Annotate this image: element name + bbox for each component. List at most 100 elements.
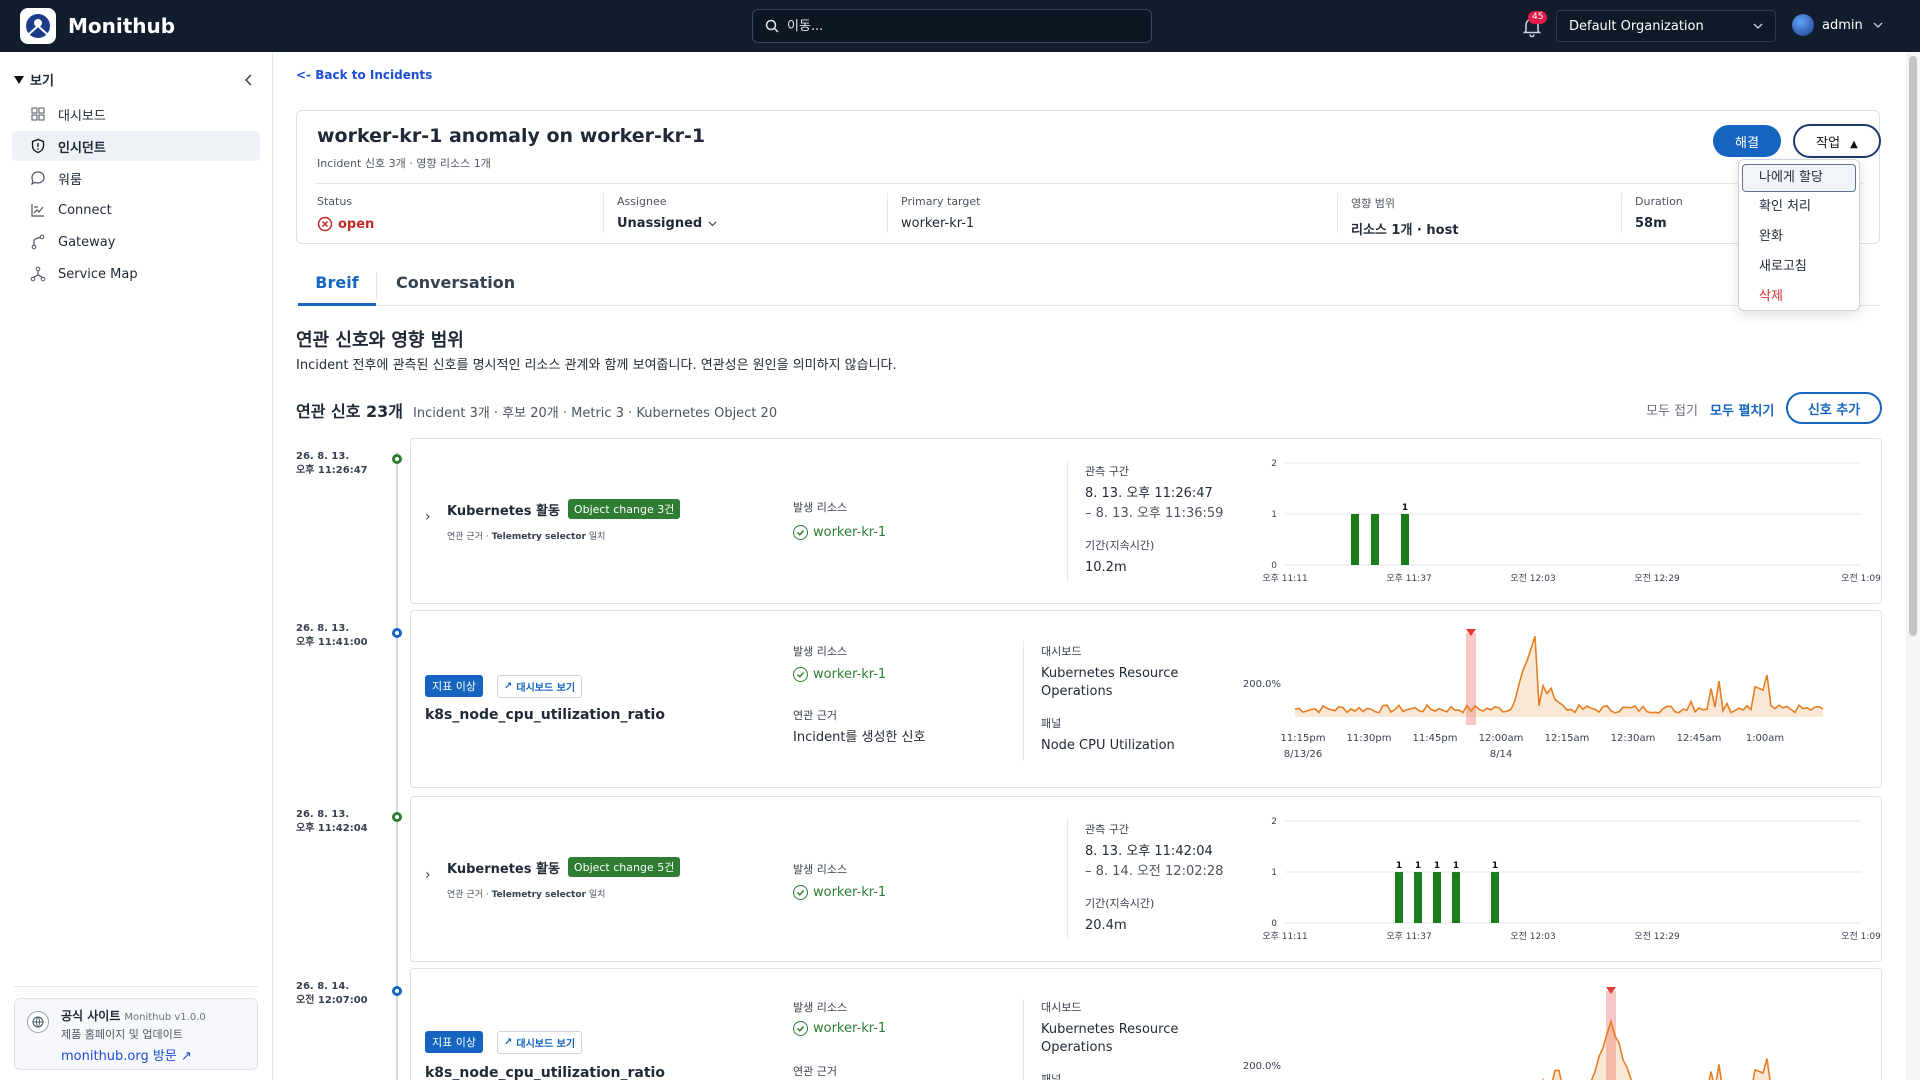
series-line	[1542, 1018, 1771, 1080]
panel-label: 패널	[1041, 1073, 1062, 1080]
timeline-dot	[392, 812, 402, 822]
section-title: 연관 신호와 영향 범위	[296, 330, 464, 351]
dashboard-value: Kubernetes Resource Operations	[1041, 1022, 1179, 1055]
meta-separator	[1621, 193, 1622, 233]
metric-anomaly-badge: 지표 이상	[425, 1031, 483, 1053]
incident-subtitle: Incident 신호 3개 · 영향 리소스 1개	[317, 157, 491, 170]
view-dashboard-button[interactable]: ↗ 대시보드 보기	[497, 1031, 583, 1054]
y-tick-label: 1	[1271, 510, 1277, 520]
scrollbar-thumb[interactable]	[1909, 56, 1917, 636]
menu-item-refresh[interactable]: 새로고침	[1739, 252, 1859, 282]
sidebar-section-title: 보기	[30, 74, 54, 89]
meta-separator	[1337, 193, 1338, 233]
meta-label: Status	[317, 195, 353, 208]
app-version: Monithub v1.0.0	[124, 1012, 206, 1023]
official-site-link[interactable]: monithub.org 방문 ↗	[61, 1045, 247, 1064]
sidebar-item-label: Connect	[58, 202, 112, 218]
avatar	[1792, 14, 1814, 36]
expand-all-button[interactable]: 모두 펼치기	[1710, 400, 1774, 419]
tab-conversation[interactable]: Conversation	[396, 266, 515, 306]
sidebar-item-dashboard[interactable]: 대시보드	[12, 99, 260, 129]
x-tick-label: 오후 11:11	[1262, 573, 1307, 584]
y-tick-label: 2	[1271, 459, 1277, 469]
panel-label: 패널	[1041, 717, 1062, 730]
scrollbar-track[interactable]	[1906, 52, 1920, 1080]
y-tick-label: 0	[1271, 561, 1277, 571]
tab-brief[interactable]: Breif	[298, 266, 376, 306]
collapse-all-button[interactable]: 모두 접기	[1646, 400, 1698, 419]
chevron-right-icon[interactable]: ›	[425, 509, 431, 525]
timeline-card-kubernetes: › Kubernetes 활동 Object change 3건 연관 근거 · …	[410, 438, 1882, 604]
menu-item-assign-to-me[interactable]: 나에게 할당	[1742, 164, 1856, 192]
header-divider	[315, 183, 1863, 184]
cpu-utilization-line-chart: 200.0% 11:15pm 8/13/26 11:30pm 11:45pm 12:00a…	[1243, 629, 1824, 760]
x-tick-label: 12:15am	[1545, 733, 1590, 744]
action-dropdown-menu: 나에게 할당 확인 처리 완화 새로고침 삭제	[1738, 159, 1860, 311]
add-signal-button[interactable]: 신호 추가	[1786, 392, 1882, 424]
duration-value: 58m	[1635, 216, 1667, 231]
collapse-sidebar-icon[interactable]	[244, 73, 254, 86]
duration-value: 20.4m	[1085, 918, 1127, 933]
organization-select[interactable]: Default Organization	[1556, 10, 1776, 42]
service-map-icon	[30, 266, 46, 282]
card-separator	[1067, 461, 1068, 581]
sidebar-item-label: 대시보드	[58, 108, 106, 124]
assignee-select[interactable]: Unassigned	[617, 216, 717, 231]
monithub-logo-icon	[20, 8, 56, 44]
menu-item-acknowledge[interactable]: 확인 처리	[1739, 192, 1859, 222]
resource-link[interactable]: worker-kr-1	[793, 885, 886, 900]
search-box[interactable]	[752, 9, 1152, 43]
sidebar-section-header[interactable]: 보기	[0, 52, 272, 97]
dashboard-value: Kubernetes Resource Operations	[1041, 666, 1179, 699]
view-dashboard-button[interactable]: ↗ 대시보드 보기	[497, 675, 583, 698]
sidebar-item-service-map[interactable]: Service Map	[12, 259, 260, 289]
x-tick-sublabel: 8/14	[1490, 749, 1512, 760]
timeline-timestamp: 26. 8. 13. 오후 11:41:00	[296, 623, 368, 648]
chevron-down-icon	[708, 221, 717, 226]
official-site-card[interactable]: 공식 사이트 Monithub v1.0.0 제품 홈페이지 및 업데이트 mon…	[14, 998, 258, 1070]
y-tick-label: 200.0%	[1243, 679, 1281, 690]
relation-evidence: 연관 근거 · Telemetry selector 일치	[447, 532, 606, 542]
tab-separator	[376, 272, 377, 300]
duration-label: 기간(지속시간)	[1085, 539, 1155, 552]
x-tick-label: 오전 1:09	[1841, 931, 1881, 942]
back-to-incidents-link[interactable]: <- Back to Incidents	[296, 68, 432, 82]
sidebar-item-gateway[interactable]: Gateway	[12, 227, 260, 257]
y-tick-label: 1	[1271, 868, 1277, 878]
sidebar-item-warroom[interactable]: 워룸	[12, 163, 260, 193]
chevron-down-icon	[1753, 23, 1763, 29]
check-circle-icon	[793, 525, 808, 540]
sidebar-divider	[14, 986, 258, 987]
incident-header-card: worker-kr-1 anomaly on worker-kr-1 Incid…	[296, 110, 1881, 244]
external-link-icon: ↗	[504, 681, 513, 692]
sidebar-item-incidents[interactable]: 인시던트	[12, 131, 260, 161]
reason-label: 연관 근거	[793, 1065, 837, 1078]
search-input[interactable]	[787, 18, 1127, 34]
check-circle-icon	[793, 667, 808, 682]
official-site-title: 공식 사이트 Monithub v1.0.0	[61, 1009, 206, 1023]
app-logo[interactable]: Monithub	[20, 8, 320, 44]
card-separator	[1023, 641, 1024, 761]
resolve-button[interactable]: 해결	[1713, 125, 1781, 157]
user-menu[interactable]: admin	[1792, 14, 1883, 36]
timeline-dot	[392, 628, 402, 638]
resource-label: 발생 리소스	[793, 645, 848, 658]
menu-item-delete[interactable]: 삭제	[1739, 282, 1859, 312]
signals-summary: Incident 3개 · 후보 20개 · Metric 3 · Kubern…	[413, 406, 778, 421]
chevron-right-icon[interactable]: ›	[425, 867, 431, 883]
x-tick-label: 오전 12:03	[1510, 573, 1555, 584]
organization-name: Default Organization	[1569, 18, 1704, 34]
sidebar-item-connect[interactable]: Connect	[12, 195, 260, 225]
action-menu-button[interactable]: 작업 ▲	[1793, 124, 1881, 158]
globe-icon	[27, 1011, 49, 1033]
bar	[1395, 872, 1403, 923]
resource-link[interactable]: worker-kr-1	[793, 525, 886, 540]
object-change-badge: Object change 3건	[567, 499, 681, 519]
resource-link[interactable]: worker-kr-1	[793, 667, 886, 682]
metric-anomaly-badge: 지표 이상	[425, 675, 483, 697]
kubernetes-activity-title: Kubernetes 활동 Object change 3건	[447, 499, 681, 519]
resource-link[interactable]: worker-kr-1	[793, 1021, 886, 1036]
signals-title: 연관 신호 23개	[296, 402, 404, 421]
meta-separator	[887, 193, 888, 233]
menu-item-mitigate[interactable]: 완화	[1739, 222, 1859, 252]
